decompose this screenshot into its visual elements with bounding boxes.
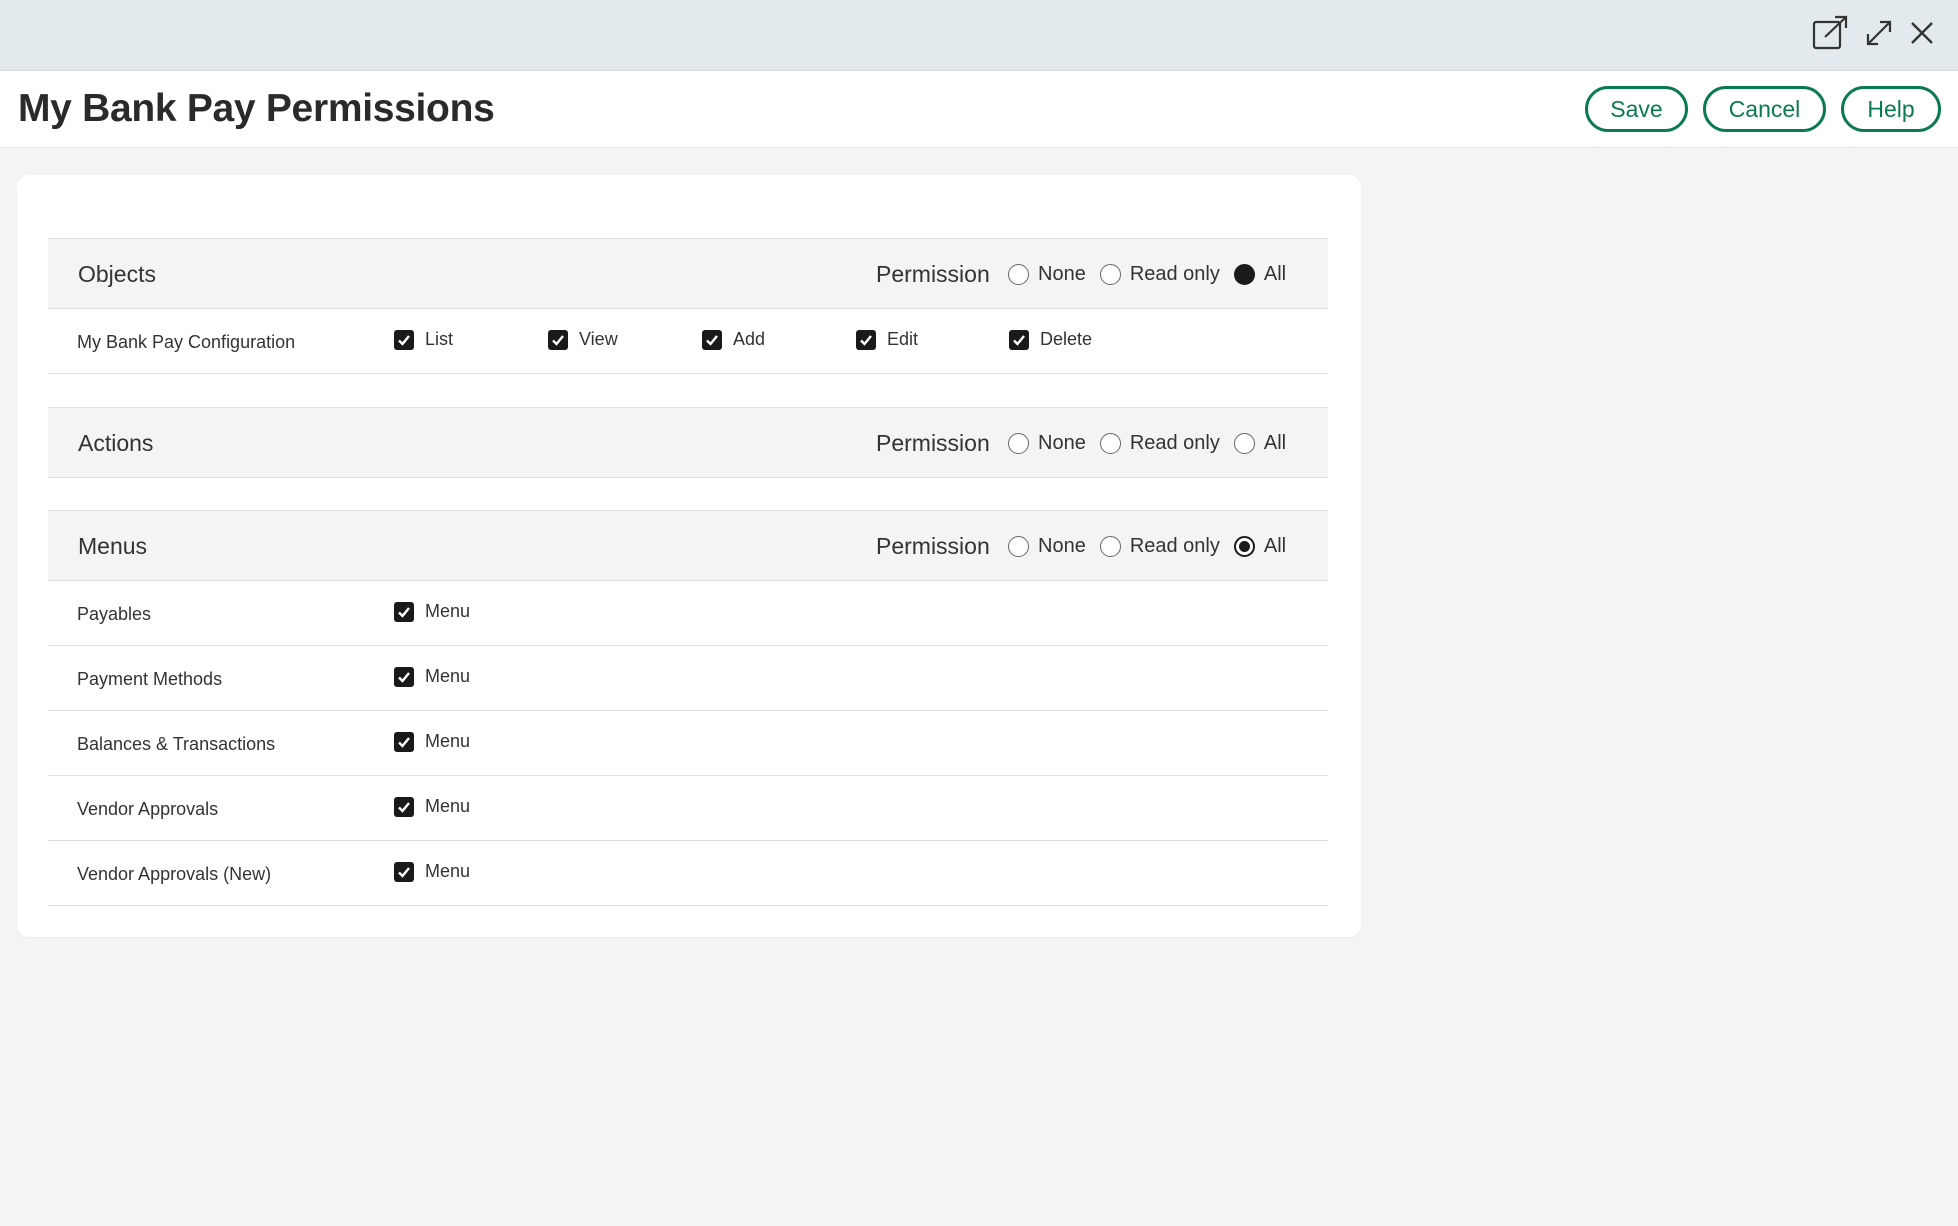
checkbox[interactable] bbox=[702, 329, 722, 350]
checkbox[interactable] bbox=[394, 796, 414, 817]
checkbox-label: Add bbox=[733, 329, 766, 349]
checkbox-label: Delete bbox=[1040, 329, 1093, 349]
checkbox[interactable] bbox=[856, 329, 876, 350]
actions-permission-all[interactable]: All bbox=[1233, 432, 1287, 455]
actions-permission-none[interactable]: None bbox=[1008, 432, 1086, 455]
menu-checkbox-option[interactable]: Menu bbox=[394, 666, 470, 687]
window-title-bar bbox=[0, 0, 1958, 71]
permission-label: Permission bbox=[876, 430, 990, 456]
table-row: Balances & Transactions Menu bbox=[48, 711, 1328, 776]
radio-button[interactable] bbox=[1233, 536, 1255, 557]
objects-permission-radio-group: None Read only All bbox=[1008, 239, 1300, 310]
radio-button[interactable] bbox=[1099, 433, 1121, 454]
radio-label: All bbox=[1263, 263, 1287, 285]
menus-permission-radio-group: None Read only All bbox=[1008, 511, 1300, 582]
menus-permission-read-only[interactable]: Read only bbox=[1099, 535, 1220, 558]
objects-permission-read-only[interactable]: Read only bbox=[1099, 263, 1220, 286]
checkbox-label: List bbox=[425, 329, 454, 349]
section-title: Objects bbox=[78, 261, 156, 287]
table-row: My Bank Pay Configuration List View Add … bbox=[48, 309, 1328, 374]
checkbox[interactable] bbox=[394, 731, 414, 752]
radio-label: Read only bbox=[1129, 263, 1220, 285]
permissions-card: Objects Permission None Read only All My… bbox=[17, 175, 1361, 937]
section-title: Menus bbox=[78, 533, 148, 559]
menus-permission-none[interactable]: None bbox=[1008, 535, 1086, 558]
checkbox-label: Menu bbox=[425, 796, 471, 816]
menus-permission-all[interactable]: All bbox=[1233, 535, 1287, 558]
radio-button[interactable] bbox=[1008, 433, 1029, 454]
radio-button[interactable] bbox=[1099, 264, 1121, 285]
open-external-icon[interactable] bbox=[1810, 13, 1850, 53]
objects-section-header: Objects Permission None Read only All bbox=[48, 238, 1328, 309]
cancel-button[interactable]: Cancel bbox=[1703, 86, 1826, 132]
page-header: My Bank Pay Permissions Save Cancel Help bbox=[0, 71, 1958, 148]
objects-permission-all[interactable]: All bbox=[1233, 263, 1287, 286]
section-title: Actions bbox=[78, 430, 154, 456]
table-row: Vendor Approvals Menu bbox=[48, 776, 1328, 841]
permission-label: Permission bbox=[876, 533, 990, 559]
help-button[interactable]: Help bbox=[1841, 86, 1941, 132]
radio-label: Read only bbox=[1129, 535, 1220, 557]
radio-label: Read only bbox=[1129, 432, 1220, 454]
menu-checkbox-option[interactable]: Menu bbox=[394, 861, 470, 882]
expand-icon[interactable] bbox=[1859, 13, 1899, 53]
checkbox[interactable] bbox=[548, 329, 568, 350]
permission-label: Permission bbox=[876, 261, 990, 287]
table-row: Payables Menu bbox=[48, 581, 1328, 646]
row-label: My Bank Pay Configuration bbox=[77, 332, 296, 352]
radio-button[interactable] bbox=[1233, 264, 1255, 285]
radio-label: All bbox=[1263, 535, 1287, 557]
menu-checkbox-option[interactable]: Menu bbox=[394, 731, 470, 752]
add-checkbox-option[interactable]: Add bbox=[702, 329, 765, 350]
actions-permission-read-only[interactable]: Read only bbox=[1099, 432, 1220, 455]
table-row: Vendor Approvals (New) Menu bbox=[48, 841, 1328, 906]
checkbox-label: Edit bbox=[887, 329, 919, 349]
radio-label: None bbox=[1038, 432, 1086, 454]
radio-button[interactable] bbox=[1233, 433, 1255, 454]
edit-checkbox-option[interactable]: Edit bbox=[856, 329, 918, 350]
menu-checkbox-option[interactable]: Menu bbox=[394, 796, 470, 817]
radio-label: None bbox=[1038, 263, 1086, 285]
actions-section-header: Actions Permission None Read only All bbox=[48, 407, 1328, 478]
checkbox[interactable] bbox=[394, 601, 414, 622]
radio-label: All bbox=[1263, 432, 1287, 454]
view-checkbox-option[interactable]: View bbox=[548, 329, 618, 350]
radio-label: None bbox=[1038, 535, 1086, 557]
checkbox-label: Menu bbox=[425, 601, 471, 621]
list-checkbox-option[interactable]: List bbox=[394, 329, 453, 350]
row-label: Payment Methods bbox=[77, 669, 223, 689]
checkbox-label: Menu bbox=[425, 666, 471, 686]
checkbox-label: View bbox=[579, 329, 618, 349]
radio-button[interactable] bbox=[1099, 536, 1121, 557]
row-label: Payables bbox=[77, 604, 152, 624]
menus-section-header: Menus Permission None Read only All bbox=[48, 510, 1328, 581]
row-label: Vendor Approvals bbox=[77, 799, 219, 819]
radio-button[interactable] bbox=[1008, 536, 1029, 557]
page-title: My Bank Pay Permissions bbox=[18, 87, 495, 130]
radio-button[interactable] bbox=[1008, 264, 1029, 285]
menu-checkbox-option[interactable]: Menu bbox=[394, 601, 470, 622]
actions-permission-radio-group: None Read only All bbox=[1008, 408, 1300, 479]
objects-permission-none[interactable]: None bbox=[1008, 263, 1086, 286]
save-button[interactable]: Save bbox=[1585, 86, 1688, 132]
row-label: Vendor Approvals (New) bbox=[77, 864, 272, 884]
row-label: Balances & Transactions bbox=[77, 734, 276, 754]
checkbox[interactable] bbox=[394, 666, 414, 687]
delete-checkbox-option[interactable]: Delete bbox=[1009, 329, 1092, 350]
checkbox-label: Menu bbox=[425, 731, 471, 751]
checkbox[interactable] bbox=[1009, 329, 1029, 350]
checkbox[interactable] bbox=[394, 861, 414, 882]
checkbox-label: Menu bbox=[425, 861, 471, 881]
close-icon[interactable] bbox=[1902, 13, 1942, 53]
checkbox[interactable] bbox=[394, 329, 414, 350]
table-row: Payment Methods Menu bbox=[48, 646, 1328, 711]
